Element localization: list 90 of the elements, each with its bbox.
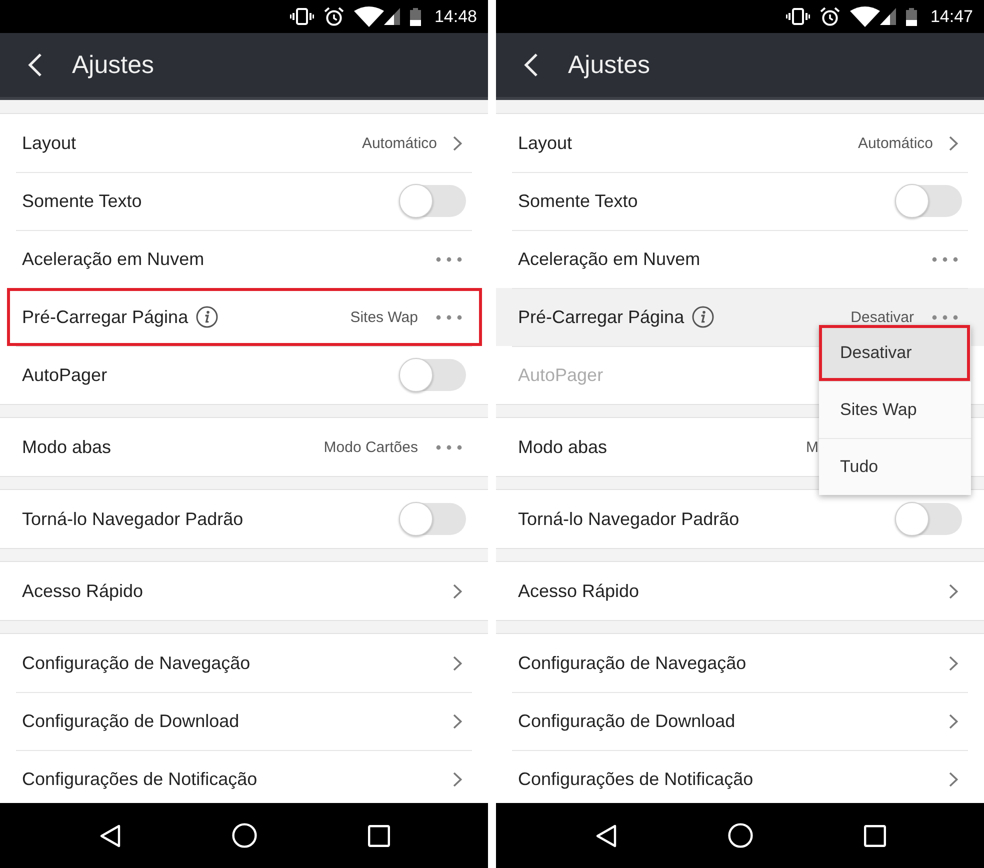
settings-row[interactable]: Configurações de Notificação (0, 750, 488, 803)
settings-row[interactable]: Acesso Rápido (496, 562, 984, 620)
setting-label: Pré-Carregar Página (22, 306, 188, 328)
battery-icon (410, 8, 422, 26)
setting-label: Layout (22, 132, 76, 154)
setting-label: AutoPager (518, 364, 604, 386)
settings-row[interactable]: Aceleração em Nuvem (496, 230, 984, 288)
setting-value: Automático (362, 134, 437, 152)
back-chevron-icon[interactable] (28, 53, 42, 77)
info-icon[interactable] (196, 306, 218, 328)
setting-label: Torná-lo Navegador Padrão (22, 508, 244, 530)
settings-row[interactable]: Configuração de Download (496, 692, 984, 750)
setting-label: Configuração de Navegação (22, 652, 250, 674)
setting-label: Aceleração em Nuvem (518, 248, 700, 270)
chevron-right-icon (453, 136, 462, 150)
setting-label: Acesso Rápido (22, 580, 144, 602)
info-icon[interactable] (692, 306, 714, 328)
screen-title: Ajustes (568, 50, 650, 80)
square-recents-icon[interactable] (368, 824, 390, 846)
setting-label: Somente Texto (22, 190, 142, 212)
settings-row[interactable]: Configuração de Download (0, 692, 488, 750)
screen-title: Ajustes (72, 50, 154, 80)
three-dots-icon[interactable] (932, 314, 958, 320)
vibrate-icon (786, 8, 810, 25)
settings-row[interactable]: Configurações de Notificação (496, 750, 984, 803)
vibrate-icon (290, 8, 314, 25)
toggle-switch[interactable] (896, 503, 962, 535)
setting-label: Configuração de Navegação (518, 652, 746, 674)
alarm-clock-icon (820, 7, 840, 26)
setting-label: Aceleração em Nuvem (22, 248, 204, 270)
settings-row[interactable]: AutoPager (0, 346, 488, 404)
triangle-back-icon[interactable] (98, 824, 120, 848)
setting-label: Acesso Rápido (518, 580, 640, 602)
setting-label: Layout (518, 132, 572, 154)
setting-value: Sites Wap (350, 308, 418, 326)
setting-label: Configuração de Download (22, 710, 240, 732)
toggle-switch[interactable] (400, 503, 466, 535)
chevron-right-icon (949, 656, 958, 670)
setting-label: Pré-Carregar Página (518, 306, 684, 328)
settings-row[interactable]: Aceleração em Nuvem (0, 230, 488, 288)
three-dots-icon[interactable] (436, 256, 462, 262)
chevron-right-icon (949, 136, 958, 150)
settings-row[interactable]: Layout Automático (496, 114, 984, 172)
three-dots-icon[interactable] (932, 256, 958, 262)
square-recents-icon[interactable] (864, 824, 886, 846)
setting-label: Configurações de Notificação (22, 768, 258, 790)
settings-row[interactable]: Layout Automático (0, 114, 488, 172)
toggle-switch[interactable] (400, 185, 466, 217)
setting-label: Somente Texto (518, 190, 638, 212)
chevron-right-icon (453, 714, 462, 728)
settings-row[interactable]: Acesso Rápido (0, 562, 488, 620)
chevron-right-icon (453, 584, 462, 598)
settings-row[interactable]: Pré-Carregar Página Sites Wap (0, 288, 488, 346)
chevron-right-icon (453, 772, 462, 786)
alarm-clock-icon (324, 7, 344, 26)
signal-icon (384, 8, 400, 25)
setting-label: Configuração de Download (518, 710, 736, 732)
clock-time: 14:48 (434, 6, 477, 26)
chevron-right-icon (453, 656, 462, 670)
menu-item[interactable]: Desativar (819, 325, 971, 381)
chevron-right-icon (949, 772, 958, 786)
three-dots-icon[interactable] (436, 444, 462, 450)
settings-row[interactable]: Somente Texto (0, 172, 488, 230)
setting-label: AutoPager (22, 364, 108, 386)
setting-value: Automático (858, 134, 933, 152)
setting-label: Configurações de Notificação (518, 768, 754, 790)
signal-icon (880, 8, 896, 25)
settings-row[interactable]: Torná-lo Navegador Padrão (496, 490, 984, 548)
clock-time: 14:47 (930, 6, 973, 26)
setting-label: Modo abas (518, 436, 608, 458)
settings-row[interactable]: Modo abas Modo Cartões (0, 418, 488, 476)
setting-label: Modo abas (22, 436, 112, 458)
chevron-right-icon (949, 584, 958, 598)
setting-label: Torná-lo Navegador Padrão (518, 508, 740, 530)
circle-home-icon[interactable] (232, 823, 256, 848)
toggle-switch[interactable] (400, 359, 466, 391)
settings-row[interactable]: Configuração de Navegação (0, 634, 488, 692)
triangle-back-icon[interactable] (594, 824, 616, 848)
toggle-switch[interactable] (896, 185, 962, 217)
three-dots-icon[interactable] (436, 314, 462, 320)
setting-value: Desativar (850, 308, 914, 326)
chevron-right-icon (949, 714, 958, 728)
setting-value: Modo Cartões (324, 438, 418, 456)
settings-row[interactable]: Configuração de Navegação (496, 634, 984, 692)
battery-icon (906, 8, 918, 26)
settings-row[interactable]: Torná-lo Navegador Padrão (0, 490, 488, 548)
back-chevron-icon[interactable] (524, 53, 538, 77)
setting-value: M (806, 438, 820, 456)
settings-row[interactable]: Somente Texto (496, 172, 984, 230)
circle-home-icon[interactable] (728, 823, 752, 848)
